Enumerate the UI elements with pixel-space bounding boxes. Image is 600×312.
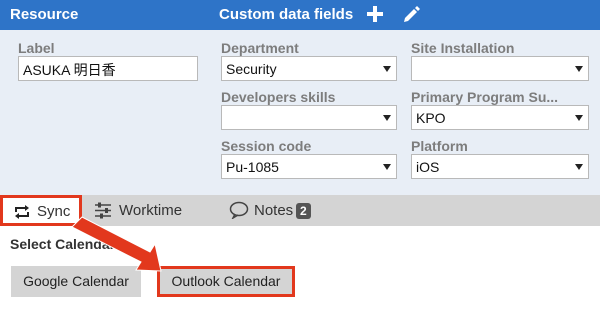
sync-icon bbox=[15, 205, 29, 219]
label-input-value: ASUKA 明日香 bbox=[23, 62, 116, 78]
custom-data-fields-title: Custom data fields bbox=[219, 6, 354, 23]
sliders-icon bbox=[95, 202, 111, 219]
site-installation-label: Site Installation bbox=[411, 40, 515, 56]
chevron-down-icon bbox=[575, 164, 583, 170]
tab-worktime-label: Worktime bbox=[119, 202, 183, 219]
department-value: Security bbox=[226, 61, 277, 77]
plus-icon[interactable] bbox=[366, 5, 384, 23]
platform-select[interactable]: iOS bbox=[411, 154, 589, 179]
platform-label: Platform bbox=[411, 138, 468, 154]
session-code-value: Pu-1085 bbox=[226, 159, 279, 175]
primary-program-select[interactable]: KPO bbox=[411, 105, 589, 130]
chevron-down-icon bbox=[575, 66, 583, 72]
chevron-down-icon bbox=[383, 164, 391, 170]
tab-sync-label: Sync bbox=[37, 203, 71, 220]
session-code-select[interactable]: Pu-1085 bbox=[221, 154, 397, 179]
platform-value: iOS bbox=[416, 159, 440, 175]
primary-program-value: KPO bbox=[416, 110, 446, 126]
tab-notes-label: Notes bbox=[254, 202, 294, 219]
session-code-label: Session code bbox=[221, 138, 312, 154]
tab-notes[interactable]: Notes 2 bbox=[229, 195, 329, 226]
speech-bubble-icon bbox=[229, 201, 249, 219]
google-calendar-button[interactable]: Google Calendar bbox=[11, 266, 141, 297]
header-bar: Resource Custom data fields bbox=[0, 0, 600, 30]
department-select[interactable]: Security bbox=[221, 56, 397, 81]
notes-count-badge: 2 bbox=[296, 203, 311, 219]
department-label: Department bbox=[221, 40, 299, 56]
tab-bar: Sync Worktime Notes 2 bbox=[0, 195, 600, 226]
resource-panel: Label ASUKA 明日香 Department Security Site… bbox=[0, 30, 600, 195]
tab-worktime[interactable]: Worktime bbox=[92, 195, 202, 226]
developers-skills-label: Developers skills bbox=[221, 89, 336, 105]
label-field-label: Label bbox=[18, 40, 55, 56]
select-calendar-label: Select Calendar bbox=[10, 236, 116, 252]
label-input[interactable]: ASUKA 明日香 bbox=[18, 56, 198, 81]
chevron-down-icon bbox=[383, 115, 391, 121]
pencil-icon[interactable] bbox=[402, 5, 420, 23]
chevron-down-icon bbox=[575, 115, 583, 121]
developers-skills-select[interactable] bbox=[221, 105, 397, 130]
tab-sync[interactable]: Sync bbox=[0, 195, 82, 226]
outlook-calendar-button[interactable]: Outlook Calendar bbox=[157, 266, 295, 297]
site-installation-select[interactable] bbox=[411, 56, 589, 81]
primary-program-label: Primary Program Su... bbox=[411, 89, 559, 105]
chevron-down-icon bbox=[383, 66, 391, 72]
resource-title: Resource bbox=[10, 6, 79, 23]
